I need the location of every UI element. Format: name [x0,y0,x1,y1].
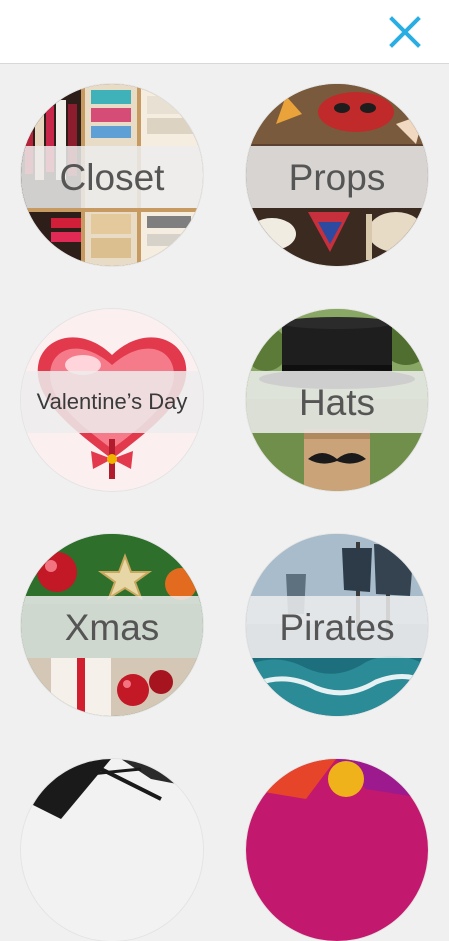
xmas-label-band: Xmas [21,596,203,658]
category-grid: Closet Props Valentine’s Day Hats Xmas P… [0,64,449,941]
category-label: Xmas [64,606,160,648]
category-colorful[interactable] [246,759,428,941]
category-valentines-day[interactable]: Valentine’s Day [21,309,203,491]
category-comic[interactable] [21,759,203,941]
comic-image [21,759,203,941]
category-pirates[interactable]: Pirates [246,534,428,716]
pirates-label-band: Pirates [246,596,428,658]
category-xmas[interactable]: Xmas [21,534,203,716]
category-label: Valentine’s Day [36,389,188,414]
category-props[interactable]: Props [246,84,428,266]
category-label: Closet [59,156,165,198]
closet-label-band: Closet [21,146,203,208]
category-hats[interactable]: Hats [246,309,428,491]
valentines-label-band: Valentine’s Day [21,371,203,433]
category-label: Hats [298,381,376,423]
close-icon [389,16,421,48]
category-label: Props [288,156,386,198]
close-button[interactable] [387,14,423,50]
hats-label-band: Hats [246,371,428,433]
colorful-image [246,759,428,941]
top-bar [0,0,449,64]
props-label-band: Props [246,146,428,208]
category-label: Pirates [279,606,395,648]
category-closet[interactable]: Closet [21,84,203,266]
